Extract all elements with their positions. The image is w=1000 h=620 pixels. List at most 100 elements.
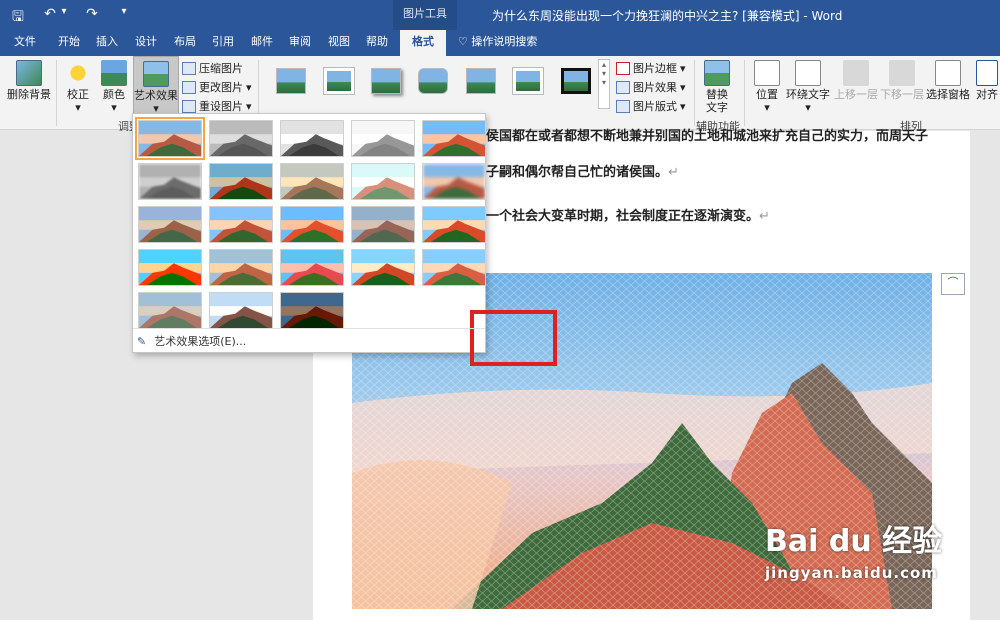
artistic-effect-thumb[interactable] [209, 120, 273, 157]
artistic-effect-thumb[interactable] [422, 163, 486, 200]
compress-icon [182, 61, 196, 75]
picture-style-thumb[interactable] [561, 68, 591, 94]
picture-style-thumb[interactable] [323, 67, 355, 95]
gallery-scrollbar[interactable]: ▴ ▾ ▾ [598, 59, 610, 109]
artistic-effects-dropdown: ✎ 艺术效果选项(E)... [132, 113, 557, 366]
chevron-down-icon: ▾ [680, 80, 686, 94]
artistic-effect-thumb[interactable] [209, 163, 273, 200]
artistic-effects-label: 艺术效果 [134, 89, 178, 102]
compress-label: 压缩图片 [199, 62, 243, 75]
position-button[interactable]: 位置 ▾ [752, 60, 782, 114]
artistic-effect-thumb[interactable] [138, 206, 202, 243]
tab-format[interactable]: 格式 [400, 30, 446, 56]
reset-picture-button[interactable]: 重设图片 ▾ [182, 98, 252, 114]
quick-access-toolbar: 🖫 ↶ ▾ ↷ ▾ [10, 6, 132, 30]
change-picture-label: 更改图片 [199, 81, 243, 94]
customize-qat-icon[interactable]: ▾ [116, 6, 132, 30]
artistic-effect-thumb[interactable] [280, 249, 344, 286]
watermark-brand: Bai du 经验 [765, 524, 943, 559]
artistic-effect-thumb[interactable] [138, 249, 202, 286]
corrections-label: 校正 [67, 88, 89, 101]
tab-references[interactable]: 引用 [204, 30, 242, 56]
lightbulb-icon: ♡ [458, 35, 468, 48]
reset-picture-icon [182, 99, 196, 113]
undo-icon[interactable]: ↶ [42, 6, 58, 30]
artistic-effect-thumb[interactable] [209, 249, 273, 286]
picture-style-thumb[interactable] [466, 68, 496, 94]
layout-options-button[interactable]: ⌒ [941, 273, 965, 295]
send-backward-label: 下移一层 [880, 88, 924, 101]
tell-me-search[interactable]: ♡ 操作说明搜索 [458, 30, 558, 56]
tab-mailings[interactable]: 邮件 [242, 30, 282, 56]
artistic-effect-thumb[interactable] [135, 117, 205, 160]
position-icon [754, 60, 780, 86]
picture-style-thumb[interactable] [418, 68, 448, 94]
remove-background-button[interactable]: 删除背景 [6, 60, 52, 101]
corrections-button[interactable]: 校正 ▾ [62, 60, 94, 114]
document-line-2: 子嗣和偶尔帮自己忙的诸侯国。↵ [486, 161, 679, 180]
redo-icon[interactable]: ↷ [84, 6, 100, 30]
save-icon[interactable]: 🖫 [10, 6, 26, 30]
baidu-watermark: Bai du 经验 jingyan.baidu.com [765, 516, 942, 582]
bring-forward-label: 上移一层 [834, 88, 878, 101]
artistic-effect-thumb[interactable] [280, 163, 344, 200]
tab-design[interactable]: 设计 [126, 30, 166, 56]
chevron-down-icon: ▾ [764, 101, 770, 114]
artistic-effect-thumb[interactable] [422, 120, 486, 157]
artistic-effect-thumb[interactable] [351, 163, 415, 200]
picture-effects-button[interactable]: 图片效果 ▾ [616, 79, 686, 95]
picture-border-button[interactable]: 图片边框 ▾ [616, 60, 686, 76]
tab-file[interactable]: 文件 [6, 30, 44, 56]
picture-style-thumb[interactable] [276, 68, 306, 94]
alt-text-label-2: 文字 [706, 101, 728, 114]
artistic-effect-thumb[interactable] [209, 206, 273, 243]
tab-layout[interactable]: 布局 [165, 30, 205, 56]
undo-dropdown-icon[interactable]: ▾ [60, 6, 68, 30]
artistic-effect-thumb[interactable] [280, 120, 344, 157]
bring-forward-icon [843, 60, 869, 86]
change-picture-button[interactable]: 更改图片 ▾ [182, 79, 252, 95]
layout-icon [616, 99, 630, 113]
artistic-effect-thumb[interactable] [351, 206, 415, 243]
send-backward-button[interactable]: 下移一层 [880, 60, 924, 101]
picture-layout-button[interactable]: 图片版式 ▾ [616, 98, 686, 114]
wrap-text-button[interactable]: 环绕文字 ▾ [786, 60, 830, 114]
selection-pane-button[interactable]: 选择窗格 [926, 60, 970, 101]
artistic-effects-button[interactable]: 艺术效果 ▾ [133, 56, 179, 115]
artistic-effect-thumb[interactable] [351, 120, 415, 157]
artistic-effect-thumb[interactable] [138, 292, 202, 329]
artistic-effect-thumb[interactable] [209, 292, 273, 329]
picture-style-thumb[interactable] [371, 68, 401, 94]
compress-pictures-button[interactable]: 压缩图片 [182, 60, 243, 76]
tab-view[interactable]: 视图 [319, 30, 359, 56]
artistic-effects-options-item[interactable]: ✎ 艺术效果选项(E)... [137, 333, 246, 349]
alt-text-button[interactable]: 替换 文字 [702, 60, 732, 114]
pencil-icon [616, 61, 630, 75]
color-button[interactable]: 颜色 ▾ [98, 60, 130, 114]
remove-background-label: 删除背景 [7, 88, 51, 101]
paragraph-mark: ↵ [759, 209, 770, 224]
artistic-effect-thumb[interactable] [351, 249, 415, 286]
artistic-effect-thumb[interactable] [280, 292, 344, 329]
bring-forward-button[interactable]: 上移一层 [834, 60, 878, 101]
artistic-effect-thumb[interactable] [422, 206, 486, 243]
document-line-3: 一个社会大变革时期，社会制度正在逐渐演变。↵ [486, 205, 770, 224]
tab-help[interactable]: 帮助 [358, 30, 396, 56]
artistic-effect-thumb[interactable] [280, 206, 344, 243]
effects-icon [616, 80, 630, 94]
reset-picture-label: 重设图片 [199, 100, 243, 113]
tab-home[interactable]: 开始 [50, 30, 88, 56]
artistic-effect-thumb[interactable] [138, 163, 202, 200]
artistic-effect-thumb[interactable] [422, 249, 486, 286]
context-tab-group-label: 图片工具 [393, 0, 457, 30]
chevron-down-icon: ▾ [805, 101, 811, 114]
align-icon [976, 60, 998, 86]
send-backward-icon [889, 60, 915, 86]
picture-style-thumb[interactable] [512, 67, 544, 95]
tab-review[interactable]: 审阅 [281, 30, 319, 56]
tab-insert[interactable]: 插入 [88, 30, 126, 56]
chevron-down-icon: ▾ [246, 99, 252, 113]
document-line-2-text: 子嗣和偶尔帮自己忙的诸侯国。 [486, 165, 669, 180]
align-button[interactable]: 对齐 [974, 60, 1000, 101]
brush-icon: ✎ [137, 334, 147, 348]
